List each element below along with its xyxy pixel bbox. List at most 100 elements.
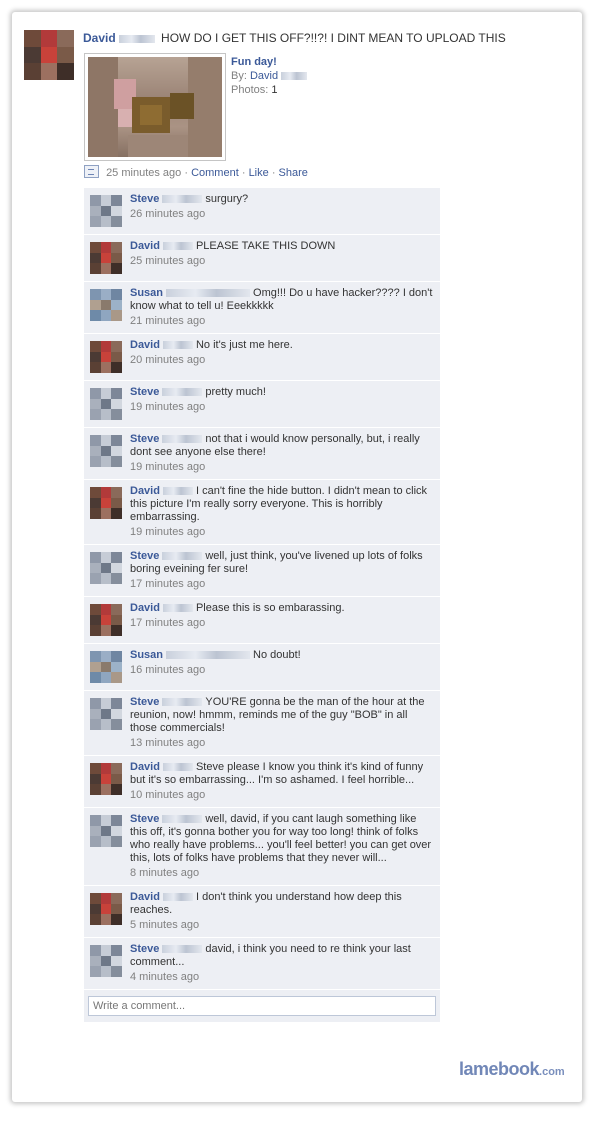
avatar-pixel — [100, 341, 112, 352]
comment-item: Steve surgury? 26 minutes ago — [84, 188, 440, 235]
commenter-avatar[interactable] — [90, 552, 122, 584]
comment-text: surgury? — [205, 193, 249, 205]
commenter-name-link[interactable]: David — [130, 602, 160, 614]
avatar-pixel — [111, 299, 122, 311]
avatar-pixel — [100, 604, 112, 615]
commenter-avatar[interactable] — [90, 341, 122, 373]
blurred-surname — [162, 552, 203, 561]
commenter-name-link[interactable]: Steve — [130, 943, 159, 955]
avatar-pixel — [100, 836, 112, 847]
avatar-pixel — [100, 614, 112, 626]
commenter-avatar[interactable] — [90, 945, 122, 977]
album-count-row: Photos: 1 — [231, 83, 310, 97]
album-author-link[interactable]: David — [250, 70, 278, 82]
avatar-pixel — [90, 362, 101, 373]
comment-body: Steve well, david, if you cant laugh some… — [130, 813, 434, 880]
write-comment-input[interactable]: Write a comment... — [88, 996, 436, 1016]
avatar-pixel — [100, 508, 112, 519]
commenter-avatar[interactable] — [90, 651, 122, 683]
commenter-name-link[interactable]: Susan — [130, 649, 163, 661]
avatar-pixel — [90, 604, 101, 615]
comment-timestamp: 16 minutes ago — [130, 664, 206, 676]
commenter-name-link[interactable]: Steve — [130, 813, 159, 825]
album-author-row: By: David — [231, 69, 310, 83]
avatar-pixel — [90, 497, 101, 509]
commenter-name-link[interactable]: David — [130, 761, 160, 773]
blurred-surname — [162, 945, 203, 954]
comment-item: Steve not that i would know personally, b… — [84, 428, 440, 480]
commenter-avatar[interactable] — [90, 763, 122, 795]
author-name-link[interactable]: David — [83, 31, 116, 45]
commenter-name-link[interactable]: Steve — [130, 386, 159, 398]
commenter-name-link[interactable]: David — [130, 339, 160, 351]
commenter-avatar[interactable] — [90, 388, 122, 420]
avatar-pixel — [100, 893, 112, 904]
comment-body: Steve surgury? 26 minutes ago — [130, 193, 434, 221]
avatar-pixel — [90, 351, 101, 363]
avatar-pixel — [100, 362, 112, 373]
comment-body: Steve well, just think, you've livened up… — [130, 550, 434, 591]
commenter-avatar[interactable] — [90, 195, 122, 227]
commenter-name-link[interactable]: David — [130, 891, 160, 903]
author-avatar[interactable] — [24, 30, 74, 80]
blurred-surname — [162, 341, 193, 350]
commenter-name-link[interactable]: Susan — [130, 287, 163, 299]
avatar-pixel — [100, 573, 112, 584]
commenter-name-link[interactable]: Steve — [130, 433, 159, 445]
commenter-name-link[interactable]: Steve — [130, 193, 159, 205]
avatar-pixel — [100, 651, 112, 662]
comment-body: Steve YOU'RE gonna be the man of the hour… — [130, 696, 434, 750]
blurred-surname — [162, 435, 203, 444]
comment-link[interactable]: Comment — [191, 167, 239, 179]
commenter-avatar[interactable] — [90, 815, 122, 847]
avatar-pixel — [111, 398, 122, 410]
commenter-name-link[interactable]: David — [130, 240, 160, 252]
photo-thumbnail[interactable] — [84, 53, 226, 161]
avatar-pixel — [100, 216, 112, 227]
avatar-pixel — [90, 966, 101, 977]
avatar-pixel — [111, 573, 122, 584]
commenter-avatar[interactable] — [90, 893, 122, 925]
comment-timestamp: 13 minutes ago — [130, 737, 206, 749]
avatar-pixel — [90, 955, 101, 967]
separator: · — [241, 167, 246, 179]
commenter-avatar[interactable] — [90, 289, 122, 321]
avatar-pixel — [111, 242, 122, 253]
album-title-link[interactable]: Fun day! — [231, 55, 310, 69]
avatar-pixel — [90, 456, 101, 467]
photos-label: Photos: — [231, 84, 269, 96]
commenter-name-link[interactable]: David — [130, 485, 160, 497]
comment-item: Steve well, david, if you cant laugh some… — [84, 808, 440, 886]
lamebook-watermark: lamebook.com — [459, 1059, 565, 1080]
like-link[interactable]: Like — [249, 167, 269, 179]
avatar-pixel — [100, 409, 112, 420]
avatar-pixel — [57, 63, 74, 80]
comment-timestamp: 10 minutes ago — [130, 789, 206, 801]
avatar-pixel — [90, 708, 101, 720]
photos-count: 1 — [271, 84, 278, 96]
avatar-pixel — [111, 815, 122, 826]
comment-list: Steve surgury? 26 minutes ago David PLEASE T… — [84, 188, 440, 1022]
commenter-avatar[interactable] — [90, 435, 122, 467]
avatar-pixel — [90, 289, 101, 300]
commenter-avatar[interactable] — [90, 487, 122, 519]
avatar-pixel — [24, 46, 41, 64]
avatar-pixel — [111, 966, 122, 977]
comment-text: No doubt! — [253, 649, 301, 661]
avatar-pixel — [90, 195, 101, 206]
avatar-pixel — [100, 719, 112, 730]
commenter-avatar[interactable] — [90, 242, 122, 274]
avatar-pixel — [111, 310, 122, 321]
commenter-name-link[interactable]: Steve — [130, 550, 159, 562]
avatar-pixel — [57, 46, 74, 64]
avatar-pixel — [90, 435, 101, 446]
commenter-avatar[interactable] — [90, 604, 122, 636]
share-link[interactable]: Share — [279, 167, 308, 179]
story-timestamp[interactable]: 25 minutes ago — [106, 167, 181, 179]
commenter-name-link[interactable]: Steve — [130, 696, 159, 708]
avatar-pixel — [111, 651, 122, 662]
commenter-avatar[interactable] — [90, 698, 122, 730]
avatar-pixel — [90, 945, 101, 956]
blurred-surname — [162, 242, 193, 251]
avatar-pixel — [100, 815, 112, 826]
